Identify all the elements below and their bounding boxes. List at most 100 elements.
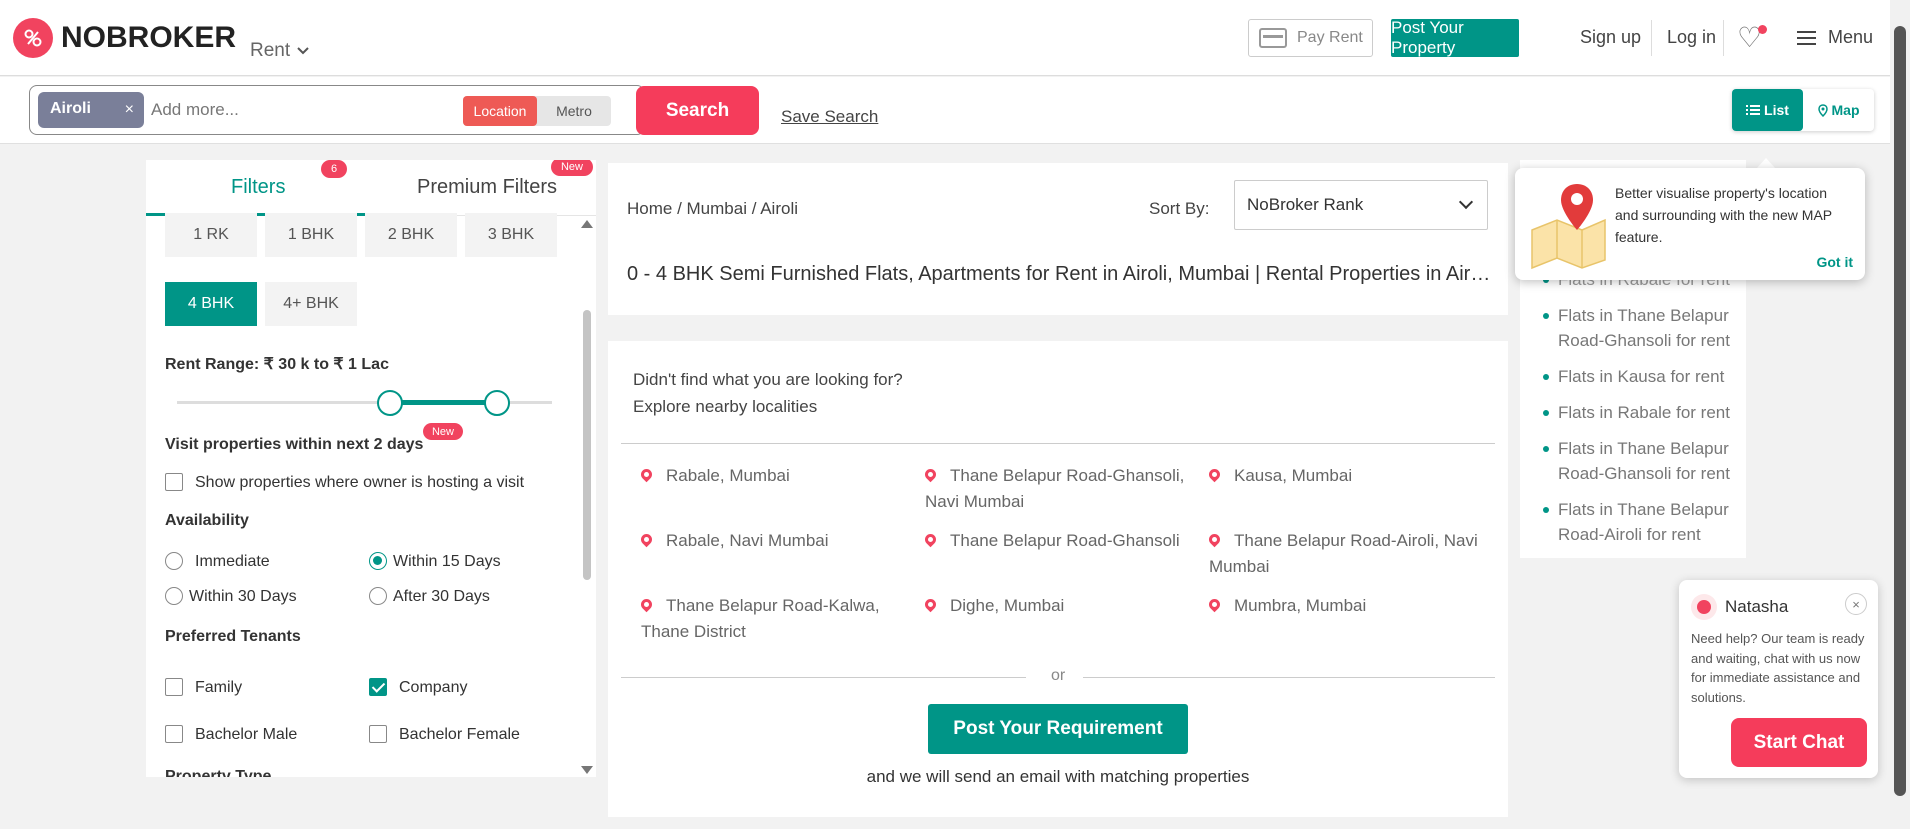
availability-radio[interactable]: [165, 587, 183, 605]
map-view-button[interactable]: Map: [1803, 89, 1874, 131]
visit-new-badge: New: [423, 423, 463, 440]
or-separator: or: [1051, 667, 1066, 684]
breadcrumb[interactable]: Home / Mumbai / Airoli: [627, 199, 798, 219]
post-property-button[interactable]: Post Your Property: [1391, 18, 1519, 57]
rent-dropdown[interactable]: Rent: [250, 40, 310, 62]
pay-rent-button[interactable]: Pay Rent: [1248, 19, 1373, 57]
scroll-up-arrow-icon[interactable]: [581, 220, 593, 228]
page-title: 0 - 4 BHK Semi Furnished Flats, Apartmen…: [627, 263, 1497, 285]
related-link[interactable]: Flats in Thane Belapur Road-Ghansoli for…: [1543, 303, 1738, 353]
page-scrollbar[interactable]: [1890, 0, 1910, 829]
bhk-option[interactable]: 2 BHK: [365, 213, 457, 257]
bhk-option[interactable]: 3 BHK: [465, 213, 557, 257]
page-scroll-thumb[interactable]: [1894, 26, 1906, 796]
availability-option[interactable]: Within 30 Days: [189, 588, 297, 606]
locality-link[interactable]: Mumbra, Mumbai: [1206, 593, 1489, 619]
filters-panel: Filters 6 Premium Filters New 1 RK 1 BHK…: [146, 160, 596, 777]
chip-remove-icon[interactable]: ×: [125, 101, 134, 119]
list-view-button[interactable]: List: [1732, 89, 1803, 131]
map-pin-icon: [922, 466, 939, 483]
close-icon[interactable]: ×: [1845, 593, 1867, 615]
tooltip-text: Better visualise property's location and…: [1615, 185, 1832, 245]
tenant-checkbox-checked[interactable]: [369, 678, 387, 696]
related-link[interactable]: Flats in Thane Belapur Road-Airoli for r…: [1543, 497, 1738, 547]
availability-label: Availability: [165, 512, 249, 529]
tenant-option[interactable]: Company: [399, 679, 467, 697]
locality-link[interactable]: Kausa, Mumbai: [1206, 463, 1489, 489]
tab-premium-filters[interactable]: Premium Filters: [417, 176, 557, 199]
got-it-button[interactable]: Got it: [1816, 254, 1853, 270]
tenant-checkbox[interactable]: [165, 678, 183, 696]
sort-select[interactable]: NoBroker Rank: [1234, 180, 1488, 230]
chevron-down-icon: [1458, 194, 1474, 210]
toggle-metro[interactable]: Metro: [537, 96, 611, 126]
no-results-line1: Didn't find what you are looking for?: [633, 370, 903, 389]
divider: [1083, 677, 1495, 678]
related-link[interactable]: Flats in Rabale for rent: [1543, 400, 1738, 425]
search-input[interactable]: Add more...: [151, 100, 239, 120]
bhk-option[interactable]: 1 RK: [165, 213, 257, 257]
chip-label: Airoli: [50, 100, 91, 117]
search-button[interactable]: Search: [636, 86, 759, 135]
tenant-option[interactable]: Bachelor Male: [195, 726, 297, 744]
filters-scrollbar[interactable]: [581, 220, 593, 775]
locality-chip: Airoli ×: [38, 92, 144, 128]
locality-link[interactable]: Thane Belapur Road-Ghansoli, Navi Mumbai: [922, 463, 1185, 515]
signup-link[interactable]: Sign up: [1580, 27, 1641, 48]
scroll-thumb[interactable]: [583, 310, 591, 580]
bhk-option[interactable]: 4+ BHK: [265, 282, 357, 326]
locality-label: Kausa, Mumbai: [1234, 466, 1353, 485]
divider: [1651, 20, 1652, 56]
login-link[interactable]: Log in: [1667, 27, 1716, 48]
availability-option[interactable]: Within 15 Days: [393, 553, 501, 571]
map-illustration-icon: [1531, 184, 1606, 270]
map-pin-icon: [638, 531, 655, 548]
start-chat-button[interactable]: Start Chat: [1731, 718, 1867, 767]
tenant-checkbox[interactable]: [369, 725, 387, 743]
locality-link[interactable]: Thane Belapur Road-Airoli, Navi Mumbai: [1206, 528, 1489, 580]
availability-option[interactable]: After 30 Days: [393, 588, 490, 606]
locality-link[interactable]: Rabale, Mumbai: [638, 463, 901, 489]
save-search-link[interactable]: Save Search: [781, 107, 878, 127]
map-feature-tooltip: Better visualise property's location and…: [1515, 168, 1865, 280]
related-links-list: Flats in Rabale for rent Flats in Thane …: [1543, 267, 1738, 558]
nobroker-logo[interactable]: NOBROKER: [13, 18, 236, 58]
bhk-option-selected[interactable]: 4 BHK: [165, 282, 257, 326]
locality-link[interactable]: Rabale, Navi Mumbai: [638, 528, 901, 554]
related-link[interactable]: Flats in Kausa for rent: [1543, 364, 1738, 389]
preferred-tenants-label: Preferred Tenants: [165, 628, 301, 645]
owner-visit-label[interactable]: Show properties where owner is hosting a…: [195, 474, 524, 492]
locality-label: Dighe, Mumbai: [950, 596, 1065, 615]
related-link[interactable]: Flats in Thane Belapur Road-Ghansoli for…: [1543, 436, 1738, 486]
bhk-option[interactable]: 1 BHK: [265, 213, 357, 257]
logo-icon: [13, 18, 53, 58]
tenant-checkbox[interactable]: [165, 725, 183, 743]
availability-radio[interactable]: [369, 587, 387, 605]
locality-search-box[interactable]: Airoli × Add more... Location Metro: [29, 85, 645, 135]
logo-text: NOBROKER: [61, 21, 237, 54]
menu-button[interactable]: Menu: [1797, 27, 1873, 48]
scroll-down-arrow-icon[interactable]: [581, 766, 593, 774]
sort-by-label: Sort By:: [1149, 199, 1210, 218]
map-pin-icon: [638, 466, 655, 483]
availability-radio[interactable]: [165, 552, 183, 570]
tab-filters[interactable]: Filters: [231, 176, 285, 199]
locality-link[interactable]: Thane Belapur Road-Ghansoli: [922, 528, 1185, 554]
toggle-location[interactable]: Location: [463, 96, 537, 126]
notification-dot: [1758, 25, 1767, 34]
hamburger-icon: [1797, 30, 1816, 45]
rent-dropdown-label: Rent: [250, 40, 291, 61]
availability-radio-selected[interactable]: [369, 552, 387, 570]
locality-link[interactable]: Dighe, Mumbai: [922, 593, 1185, 619]
map-pin-icon: [638, 596, 655, 613]
rent-slider-max-handle[interactable]: [484, 390, 510, 416]
rent-slider-min-handle[interactable]: [377, 390, 403, 416]
availability-option[interactable]: Immediate: [195, 553, 270, 571]
owner-visit-checkbox[interactable]: [165, 473, 183, 491]
locality-link[interactable]: Thane Belapur Road-Kalwa, Thane District: [638, 593, 901, 645]
tenant-option[interactable]: Family: [195, 679, 242, 697]
post-requirement-button[interactable]: Post Your Requirement: [928, 704, 1188, 754]
map-view-label: Map: [1831, 102, 1860, 118]
email-info-text: and we will send an email with matching …: [866, 767, 1250, 786]
tenant-option[interactable]: Bachelor Female: [399, 726, 520, 744]
